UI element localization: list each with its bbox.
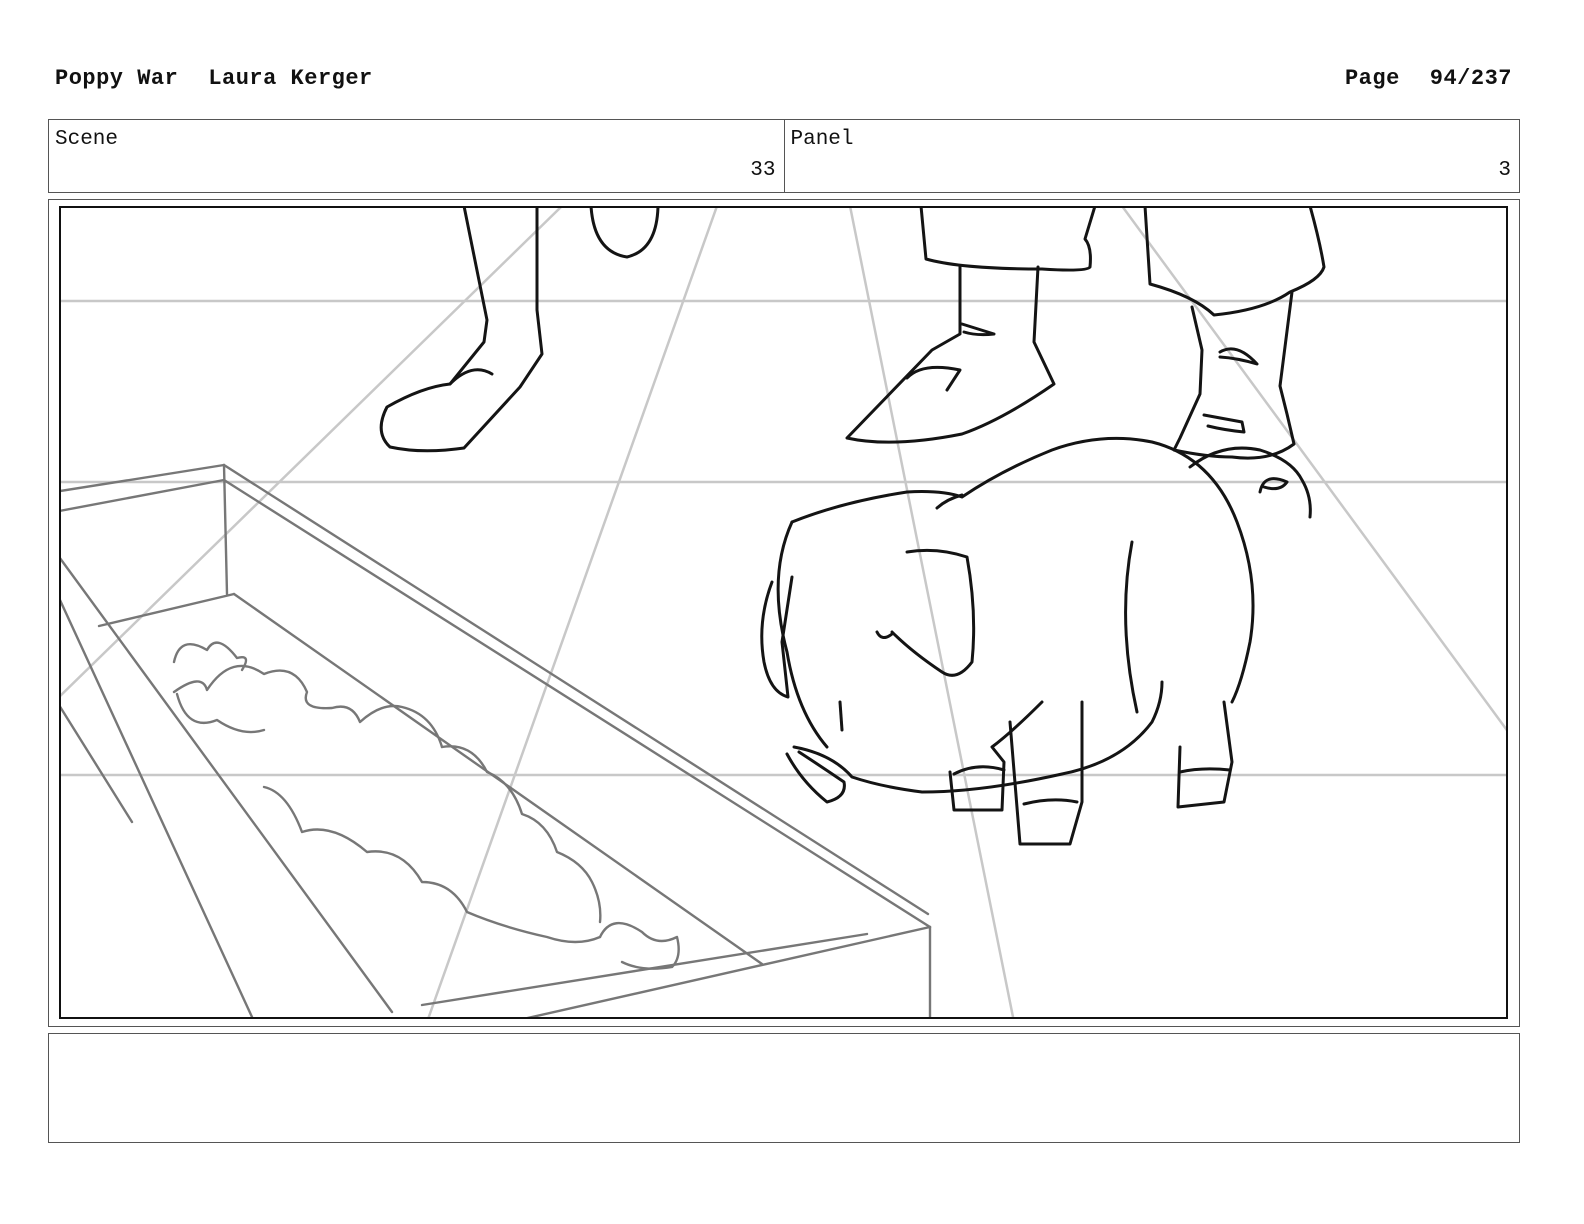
page-label: Page xyxy=(1344,66,1400,91)
feet-sketch xyxy=(379,208,1326,519)
storyboard-drawing xyxy=(59,206,1508,1019)
scene-value: 33 xyxy=(750,159,776,182)
scene-cell: Scene 33 xyxy=(49,120,784,192)
header-left: Poppy War Laura Kerger xyxy=(55,66,373,91)
scene-panel-info: Scene 33 Panel 3 xyxy=(48,119,1520,193)
floor-grid xyxy=(61,208,1506,1017)
panel-label: Panel xyxy=(790,128,854,151)
trough-sketch xyxy=(61,463,932,1017)
author-name: Laura Kerger xyxy=(208,66,373,91)
sketch-illustration xyxy=(61,208,1506,1017)
notes-box xyxy=(48,1033,1520,1143)
panel-value: 3 xyxy=(1498,159,1511,182)
project-title: Poppy War xyxy=(55,66,179,91)
pig-sketch xyxy=(760,436,1255,846)
scene-label: Scene xyxy=(55,128,119,151)
page-number: 94/237 xyxy=(1429,66,1512,91)
header-right: Page 94/237 xyxy=(1345,66,1512,91)
panel-cell: Panel 3 xyxy=(783,120,1520,192)
